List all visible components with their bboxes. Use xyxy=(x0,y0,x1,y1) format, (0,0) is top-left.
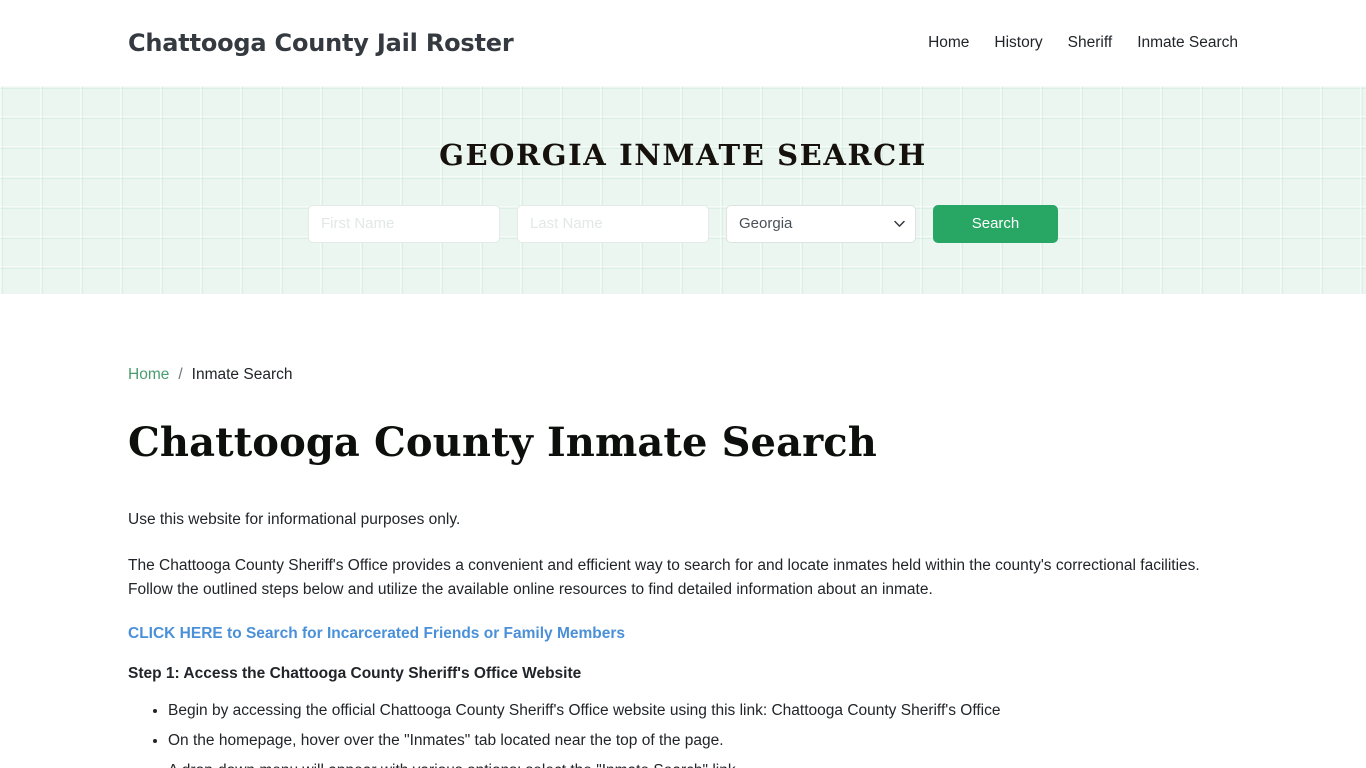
step-1-heading: Step 1: Access the Chattooga County Sher… xyxy=(128,665,582,683)
hero-search-section: GEORGIA INMATE SEARCH Georgia Search xyxy=(0,86,1366,294)
page-title: Chattooga County Inmate Search xyxy=(128,419,877,466)
description-paragraph: The Chattooga County Sheriff's Office pr… xyxy=(128,557,1200,599)
nav-item-sheriff[interactable]: Sheriff xyxy=(1068,34,1113,52)
incarcerated-search-link[interactable]: CLICK HERE to Search for Incarcerated Fr… xyxy=(128,625,625,643)
state-select-wrapper: Georgia xyxy=(726,204,916,243)
site-brand-title[interactable]: Chattooga County Jail Roster xyxy=(128,29,514,57)
site-header: Chattooga County Jail Roster Home Histor… xyxy=(0,0,1366,86)
nav-item-inmate-search[interactable]: Inmate Search xyxy=(1137,34,1238,52)
last-name-input[interactable] xyxy=(517,204,709,243)
state-select[interactable]: Georgia xyxy=(726,204,916,243)
breadcrumb-item-home[interactable]: Home xyxy=(128,366,169,384)
inmate-search-form: Georgia Search xyxy=(308,204,1058,243)
search-button[interactable]: Search xyxy=(933,204,1058,243)
list-item: A drop-down menu will appear with variou… xyxy=(168,759,1238,768)
nav-item-history[interactable]: History xyxy=(994,34,1042,52)
list-item: Begin by accessing the official Chattoog… xyxy=(168,699,1238,723)
main-content: Home / Inmate Search Chattooga County In… xyxy=(0,294,1366,768)
hero-title: GEORGIA INMATE SEARCH xyxy=(439,137,927,172)
nav-item-home[interactable]: Home xyxy=(928,34,969,52)
breadcrumb: Home / Inmate Search xyxy=(128,294,1238,384)
list-item: On the homepage, hover over the "Inmates… xyxy=(168,729,1238,753)
step-1-list: Begin by accessing the official Chattoog… xyxy=(128,699,1238,768)
intro-paragraph: Use this website for informational purpo… xyxy=(128,511,461,528)
main-navigation: Home History Sheriff Inmate Search xyxy=(928,34,1238,52)
breadcrumb-separator: / xyxy=(178,366,183,383)
breadcrumb-item-current: Inmate Search xyxy=(191,366,293,383)
first-name-input[interactable] xyxy=(308,204,500,243)
